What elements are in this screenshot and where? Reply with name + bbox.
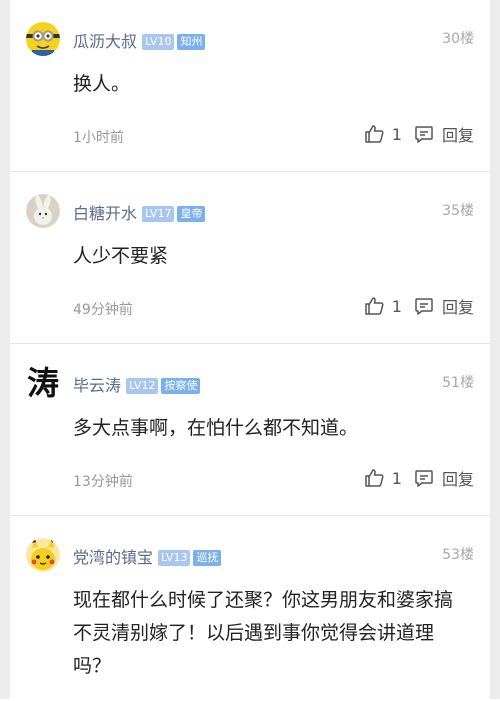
pikachu-avatar-icon[interactable] (26, 538, 60, 572)
like-count: 1 (391, 468, 402, 488)
comment-bubble-icon (415, 126, 433, 143)
username-text[interactable]: 白糖开水 (73, 204, 137, 223)
username[interactable]: 毕云涛 LV12 按察使 (73, 372, 201, 396)
username-text[interactable]: 瓜沥大叔 (73, 32, 137, 51)
reply-button[interactable]: 回复 (414, 466, 474, 490)
avatar-calligraphy: 涛 (26, 364, 59, 402)
comment-actions: 1 回复 (364, 466, 474, 490)
floor-number: 53楼 (442, 547, 474, 563)
like-button[interactable]: 1 (364, 296, 402, 316)
timestamp: 1小时前 (73, 130, 124, 146)
floor-number: 30楼 (442, 31, 474, 47)
thumbs-up-icon (365, 469, 384, 487)
comment-item: 涛 毕云涛 LV12 按察使 51楼 多大点事啊，在怕什么都不知道。 13分钟前… (10, 344, 490, 515)
floor-number: 51楼 (442, 375, 474, 391)
comment-text: 现在都什么时候了还聚？你这男朋友和婆家搞不灵清别嫁了！以后遇到事你觉得会讲道理吗… (73, 589, 454, 677)
username[interactable]: 党湾的镇宝 LV13 巡抚 (73, 544, 222, 568)
floor-number: 35楼 (442, 203, 474, 219)
level-badge: LV10 (142, 34, 175, 50)
like-button[interactable]: 1 (364, 468, 402, 488)
right-edge (490, 0, 500, 699)
level-badge: LV17 (142, 206, 175, 222)
title-badge: 知州 (177, 34, 206, 50)
comment-item: 瓜沥大叔 LV10 知州 30楼 换人。 1小时前 1 回复 (10, 0, 490, 171)
like-button[interactable]: 1 (364, 124, 402, 144)
reply-label: 回复 (441, 470, 474, 489)
title-badge: 皇帝 (177, 206, 206, 222)
comment-text: 人少不要紧 (73, 245, 169, 267)
reply-label: 回复 (441, 298, 474, 317)
rabbit-avatar-icon[interactable] (26, 194, 60, 228)
title-badge: 按察使 (161, 378, 201, 394)
like-count: 1 (391, 296, 402, 316)
username-text[interactable]: 毕云涛 (73, 376, 121, 395)
reply-button[interactable]: 回复 (414, 122, 474, 146)
avatar[interactable]: 涛 (26, 366, 60, 400)
comment-bubble-icon (415, 470, 433, 487)
comment-item: 白糖开水 LV17 皇帝 35楼 人少不要紧 49分钟前 1 回复 (10, 172, 490, 343)
level-badge: LV12 (126, 378, 159, 394)
reply-button[interactable]: 回复 (414, 294, 474, 318)
timestamp: 13分钟前 (73, 474, 133, 490)
thumbs-up-icon (365, 125, 384, 143)
username-text[interactable]: 党湾的镇宝 (73, 548, 153, 567)
minion-avatar-icon[interactable] (26, 22, 60, 56)
thumbs-up-icon (365, 297, 384, 315)
comment-feed: 瓜沥大叔 LV10 知州 30楼 换人。 1小时前 1 回复 白糖开水 LV17… (10, 0, 490, 701)
level-badge: LV13 (158, 550, 191, 566)
comment-text: 多大点事啊，在怕什么都不知道。 (73, 417, 359, 439)
username[interactable]: 瓜沥大叔 LV10 知州 (73, 28, 206, 52)
comment-item: 党湾的镇宝 LV13 巡抚 53楼 现在都什么时候了还聚？你这男朋友和婆家搞不灵… (10, 516, 490, 701)
comment-bubble-icon (415, 298, 433, 315)
username[interactable]: 白糖开水 LV17 皇帝 (73, 200, 206, 224)
reply-label: 回复 (441, 126, 474, 145)
title-badge: 巡抚 (193, 550, 222, 566)
comment-text: 换人。 (73, 73, 131, 95)
comment-actions: 1 回复 (364, 294, 474, 318)
like-count: 1 (391, 124, 402, 144)
comment-actions: 1 回复 (364, 122, 474, 146)
left-edge (0, 0, 10, 699)
timestamp: 49分钟前 (73, 302, 133, 318)
